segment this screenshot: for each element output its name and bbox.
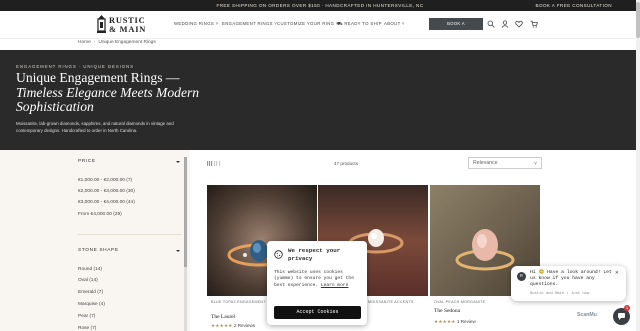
nav-about[interactable]: ABOUT ˅: [384, 21, 405, 26]
price-option[interactable]: From €4,000.00 (29): [78, 212, 122, 217]
cart-icon[interactable]: [530, 20, 538, 28]
filter-price-title[interactable]: PRICE: [78, 159, 96, 164]
lantern-logo-icon: [97, 15, 106, 33]
chat-icon: [618, 313, 625, 320]
stone-option[interactable]: Emerald (7): [78, 290, 103, 295]
page-title: Unique Engagement Rings — Timeless Elega…: [16, 70, 216, 115]
announcement-bar: FREE SHIPPING ON ORDERS OVER $150 · HAND…: [0, 0, 640, 11]
book-consultation-button[interactable]: BOOK A CONSULTATION: [429, 18, 483, 38]
cookie-text: This website uses cookies (yumme) to ens…: [274, 270, 362, 289]
breadcrumb-current: Unique Engagement Rings: [98, 40, 156, 45]
accept-cookies-button[interactable]: Accept Cookies: [274, 306, 361, 319]
close-icon[interactable]: ✕: [615, 269, 619, 276]
product-rating: ★★★★★ 1 Review: [434, 319, 476, 325]
scanmu-brand: ScanMu: [577, 312, 597, 318]
hero-eyebrow: ENGAGEMENT RINGS · UNIQUE DESIGNS: [16, 64, 134, 69]
title-line3: Sophistication: [16, 99, 94, 114]
page-scrollbar-thumb[interactable]: [636, 2, 640, 38]
sort-value: Relevance: [473, 160, 498, 166]
cookie-title: We respect your privacy: [288, 247, 341, 262]
cookie-icon: [274, 250, 283, 259]
chevron-down-icon: ˅: [534, 161, 537, 167]
filter-scrollbar[interactable]: [184, 157, 187, 331]
price-option[interactable]: €2,000.00 - €3,000.00 (30): [78, 189, 135, 194]
chat-message: Hi 😊 Have a look around! Let us know if …: [530, 270, 612, 288]
sort-select[interactable]: Relevance ˅: [468, 157, 542, 169]
product-rating: ★★★★★ 2 Reviews: [211, 323, 255, 329]
stone-option[interactable]: Pear (7): [78, 314, 95, 319]
logo[interactable]: RUSTIC & MAIN: [96, 14, 148, 36]
avatar: R: [517, 272, 526, 281]
price-option[interactable]: €1,000.00 - €2,000.00 (7): [78, 178, 132, 183]
product-card[interactable]: OVAL PEACH MORGANITE The Sedona ★★★★★ 1 …: [430, 185, 540, 331]
rating-stars: ★★★★★: [434, 319, 456, 324]
breadcrumb: Home › Unique Engagement Rings: [78, 40, 156, 45]
price-option[interactable]: €3,000.00 - €4,000.00 (44): [78, 200, 135, 205]
hero-description: Moissanite, lab-grown diamonds, sapphire…: [16, 121, 174, 133]
learn-more-link[interactable]: Learn more: [321, 283, 349, 288]
wishlist-icon[interactable]: [515, 20, 523, 28]
chat-popup[interactable]: R Hi 😊 Have a look around! Let us know i…: [511, 266, 626, 301]
cookie-banner: We respect your privacy This website use…: [267, 241, 367, 325]
stone-option[interactable]: Oval (14): [78, 278, 98, 283]
stone-option[interactable]: Rose (7): [78, 326, 96, 331]
stone-option[interactable]: Round (14): [78, 267, 102, 272]
page-scrollbar[interactable]: [636, 0, 640, 331]
product-name[interactable]: The Sedona: [434, 308, 460, 314]
rating-stars: ★★★★★: [211, 323, 233, 328]
nav-ready-to-ship[interactable]: ⛟ READY TO SHIP: [337, 21, 382, 28]
chevron-down-icon[interactable]: [176, 250, 180, 252]
title-line2: Timeless Elegance Meets Modern: [16, 84, 200, 100]
nav-wedding-rings[interactable]: WEDDING RINGS ˅: [174, 21, 219, 26]
logo-text-line2: & MAIN: [109, 25, 147, 34]
product-name[interactable]: The Laurel: [211, 314, 235, 320]
account-icon[interactable]: [501, 20, 509, 28]
search-icon[interactable]: [487, 20, 495, 28]
stone-option[interactable]: Marquise (4): [78, 302, 105, 307]
product-count: 47 products: [334, 161, 359, 166]
chevron-down-icon[interactable]: [176, 161, 180, 163]
logo-text-line1: RUSTIC: [109, 16, 146, 25]
filter-divider: [78, 234, 182, 235]
chat-meta: Rustic and Main • Just now: [530, 292, 590, 296]
breadcrumb-home[interactable]: Home: [78, 40, 91, 45]
review-count: 2 Reviews: [233, 323, 256, 328]
grid-view-icon[interactable]: [207, 161, 223, 166]
collection-hero: ENGAGEMENT RINGS · UNIQUE DESIGNS Unique…: [0, 50, 640, 150]
nav-engagement-rings[interactable]: ENGAGEMENT RINGS ˅: [222, 21, 277, 26]
filter-scrollbar-thumb[interactable]: [184, 157, 187, 267]
consultation-link[interactable]: BOOK A FREE CONSULTATION: [536, 3, 612, 8]
filter-stone-title[interactable]: STONE SHAPE: [78, 248, 119, 253]
title-line1: Unique Engagement Rings —: [16, 70, 180, 85]
breadcrumb-separator: ›: [93, 40, 96, 45]
review-count: 1 Review: [456, 319, 476, 324]
site-header: RUSTIC & MAIN WEDDING RINGS ˅ ENGAGEMENT…: [0, 11, 640, 39]
nav-customize[interactable]: CUSTOMIZE YOUR RING ˅: [277, 21, 339, 26]
chat-launcher-button[interactable]: 1: [613, 305, 630, 325]
filter-sidebar: PRICE €1,000.00 - €2,000.00 (7) €2,000.0…: [0, 150, 190, 331]
notification-badge: 1: [624, 305, 630, 311]
